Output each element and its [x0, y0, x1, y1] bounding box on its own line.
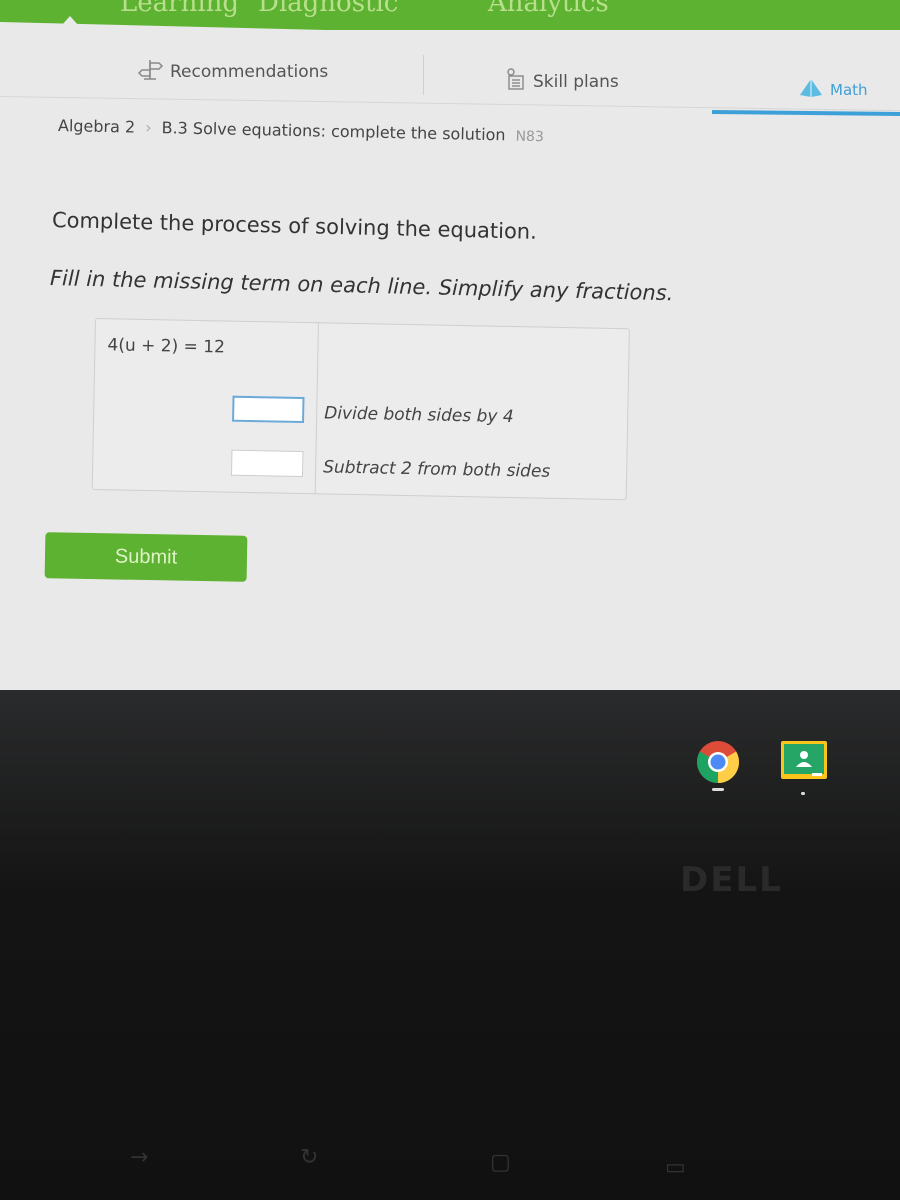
answer-input-1[interactable]	[232, 395, 305, 424]
step-row: u = Subtract 2 from both sides	[94, 447, 627, 482]
refresh-key-icon: ↻	[300, 1145, 319, 1170]
active-subject-underline	[711, 110, 900, 116]
column-divider	[314, 323, 319, 494]
top-nav-bar: Learning Diagnostic Analytics	[0, 0, 900, 30]
classroom-running-indicator	[801, 792, 805, 795]
chrome-running-indicator	[712, 788, 724, 791]
skill-plans-icon	[505, 68, 527, 95]
pyramid-icon	[798, 78, 824, 102]
chromeos-shelf-area	[0, 690, 900, 1200]
subnav-recommendations[interactable]: Recommendations	[137, 58, 329, 85]
step-equation: 4(u + 2) = 12	[107, 335, 226, 358]
subnav-divider	[423, 55, 424, 95]
active-nav-caret	[62, 16, 78, 25]
question-instructions: Fill in the missing term on each line. S…	[49, 266, 674, 306]
screen: Learning Diagnostic Analytics Recommenda…	[0, 0, 900, 1200]
google-classroom-icon[interactable]	[780, 740, 828, 780]
skill-plans-label: Skill plans	[533, 71, 619, 92]
answer-input-2[interactable]	[230, 449, 304, 478]
signpost-icon	[137, 58, 164, 85]
overview-key-icon: ▭	[665, 1155, 686, 1180]
forward-key-icon: →	[130, 1145, 149, 1170]
submit-button[interactable]: Submit	[44, 532, 248, 582]
chevron-right-icon: ›	[144, 117, 152, 137]
nav-analytics[interactable]: Analytics	[488, 0, 609, 18]
question-title: Complete the process of solving the equa…	[51, 208, 538, 244]
subnav-border	[0, 96, 900, 112]
recommendations-label: Recommendations	[170, 61, 329, 82]
breadcrumb: Algebra 2 › B.3 Solve equations: complet…	[58, 116, 544, 145]
equation-work-table: 4(u + 2) = 12 u + 2 = Divide both sides …	[91, 318, 630, 501]
step-reason: Subtract 2 from both sides	[322, 457, 551, 482]
breadcrumb-skill: B.3 Solve equations: complete the soluti…	[161, 118, 506, 145]
chrome-icon[interactable]	[696, 740, 740, 784]
step-row: 4(u + 2) = 12	[96, 335, 629, 357]
fullscreen-key-icon: ▢	[490, 1150, 511, 1175]
nav-diagnostic[interactable]: Diagnostic	[258, 0, 398, 18]
ixl-page: Learning Diagnostic Analytics Recommenda…	[0, 0, 900, 720]
nav-learning[interactable]: Learning	[120, 0, 239, 18]
breadcrumb-course[interactable]: Algebra 2	[58, 116, 136, 137]
subnav-skill-plans[interactable]: Skill plans	[505, 68, 619, 95]
subnav-math[interactable]: Math	[798, 78, 868, 102]
dell-logo: DELL	[680, 860, 783, 900]
step-row: u + 2 = Divide both sides by 4	[95, 393, 628, 427]
step-reason: Divide both sides by 4	[324, 403, 514, 428]
math-label: Math	[830, 81, 868, 99]
skill-code: N83	[515, 128, 544, 146]
